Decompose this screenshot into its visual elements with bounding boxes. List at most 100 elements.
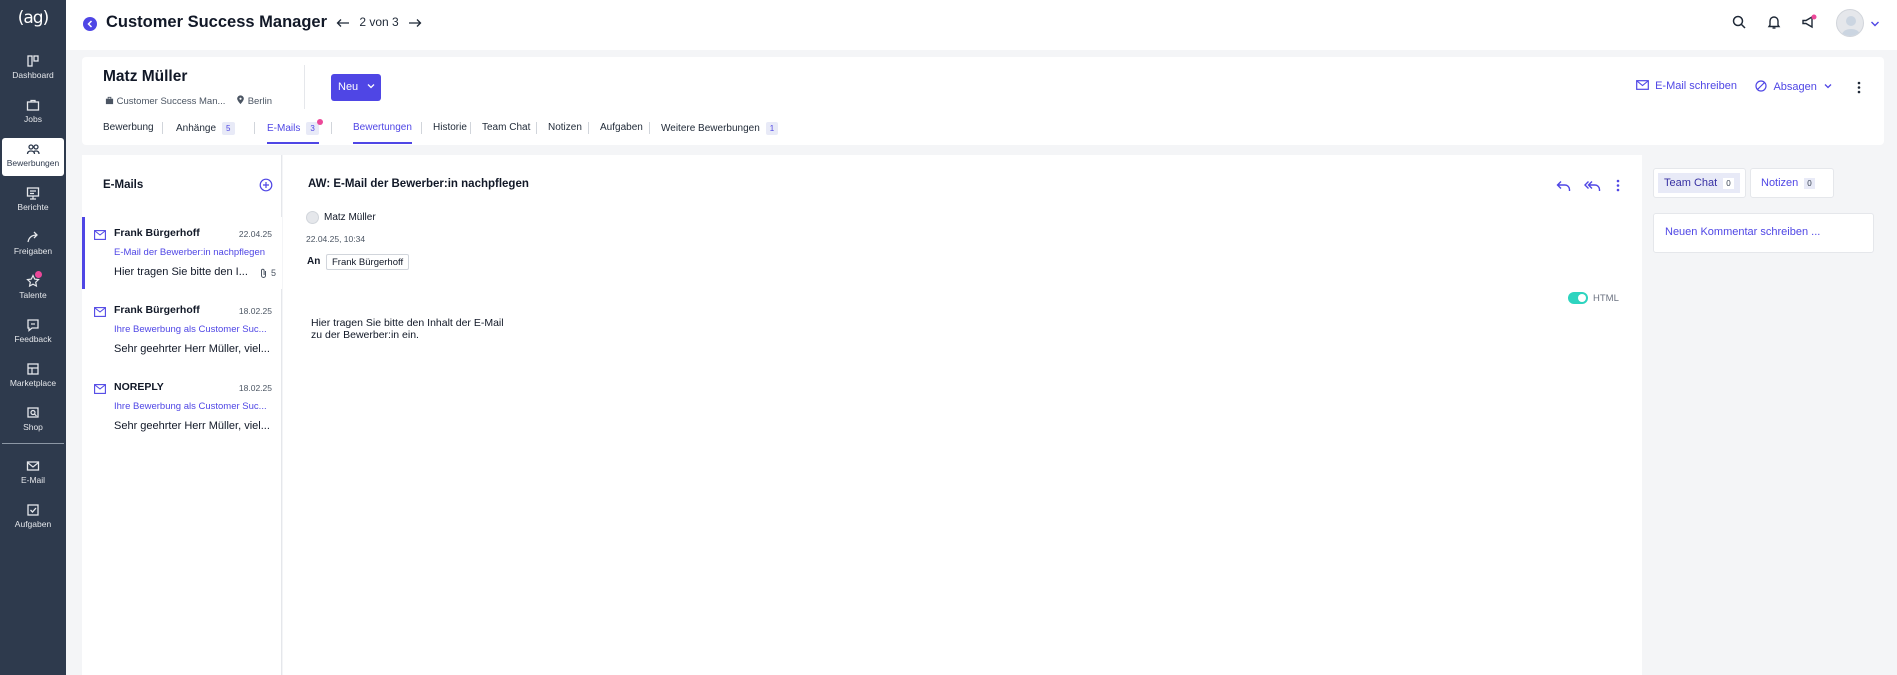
- mail-preview: Sehr geehrter Herr Müller, viel...: [114, 420, 270, 432]
- add-circle-icon[interactable]: [259, 178, 273, 192]
- tab-divider: [536, 122, 537, 134]
- sidebar-item-dashboard[interactable]: Dashboard: [2, 50, 64, 88]
- tab-team-chat[interactable]: Team Chat: [482, 122, 530, 133]
- tab-aufgaben[interactable]: Aufgaben: [600, 122, 643, 133]
- arrow-right-icon[interactable]: [408, 18, 422, 28]
- header-divider: [304, 65, 305, 109]
- rtab-count: 0: [1804, 178, 1815, 189]
- shop-icon: [27, 407, 39, 418]
- more-icon[interactable]: [1616, 179, 1620, 192]
- sidebar-item-label: Feedback: [14, 334, 52, 344]
- sidebar-item-berichte[interactable]: Berichte: [2, 182, 64, 220]
- sidebar-item-label: Berichte: [17, 202, 49, 212]
- mail-preview: Hier tragen Sie bitte den I...: [114, 266, 248, 278]
- sidebar-item-jobs[interactable]: Jobs: [2, 94, 64, 132]
- tab-emails[interactable]: E-Mails 3: [267, 119, 323, 144]
- megaphone-icon[interactable]: [1801, 14, 1817, 30]
- sidebar-item-aufgaben[interactable]: Aufgaben: [2, 499, 64, 537]
- new-button[interactable]: Neu: [331, 74, 381, 101]
- dashboard-icon: [27, 55, 39, 67]
- sidebar: (ag) Dashboard Jobs Bewerbungen Berichte…: [0, 0, 66, 675]
- sidebar-item-label: Talente: [19, 290, 47, 300]
- sidebar-item-email[interactable]: E-Mail: [2, 455, 64, 493]
- tab-underline: [267, 142, 319, 144]
- tab-divider: [254, 122, 255, 134]
- html-toggle[interactable]: [1568, 292, 1588, 304]
- briefcase-icon: [105, 96, 114, 105]
- sender-avatar: [306, 211, 319, 224]
- mail-body: Hier tragen Sie bitte den Inhalt der E-M…: [311, 317, 504, 341]
- briefcase-icon: [26, 99, 40, 111]
- email-write-label: E-Mail schreiben: [1655, 80, 1737, 92]
- mail-date: 22.04.25: [238, 229, 272, 239]
- back-icon[interactable]: [83, 17, 97, 31]
- chevron-down-icon[interactable]: [1870, 20, 1880, 28]
- tab-label: E-Mails: [267, 123, 301, 134]
- rtab-count: 0: [1723, 178, 1734, 189]
- mail-list-item[interactable]: Frank Bürgerhoff 22.04.25 E-Mail der Bew…: [82, 217, 282, 289]
- more-icon[interactable]: [1857, 81, 1861, 94]
- notification-dot: [317, 119, 323, 125]
- email-write-button[interactable]: E-Mail schreiben: [1636, 80, 1737, 92]
- chevron-down-icon: [1824, 84, 1832, 89]
- reply-all-icon[interactable]: [1584, 180, 1601, 192]
- mail-list-item[interactable]: NOREPLY 18.02.25 Ihre Bewerbung als Cust…: [82, 371, 282, 443]
- reply-icon[interactable]: [1556, 180, 1571, 192]
- decline-button[interactable]: Absagen: [1755, 80, 1832, 93]
- sidebar-item-marketplace[interactable]: Marketplace: [2, 358, 64, 396]
- tab-notizen[interactable]: Notizen: [548, 122, 582, 133]
- sidebar-item-label: Aufgaben: [14, 519, 52, 529]
- tab-label: Bewerbung: [103, 122, 154, 133]
- store-icon: [27, 363, 39, 375]
- rtab-label: Notizen: [1761, 177, 1799, 189]
- count-badge: 1: [765, 122, 779, 135]
- new-comment-input[interactable]: Neuen Kommentar schreiben ...: [1653, 213, 1874, 253]
- sidebar-item-label: Freigaben: [13, 246, 53, 256]
- sidebar-item-label: Dashboard: [12, 70, 54, 80]
- tab-historie[interactable]: Historie: [433, 122, 467, 133]
- sidebar-item-talente[interactable]: Talente: [2, 270, 64, 308]
- tab-underline: [353, 142, 412, 144]
- mail-icon: [26, 461, 40, 471]
- sidebar-item-label: Shop: [23, 422, 43, 432]
- sidebar-item-shop[interactable]: Shop: [2, 402, 64, 440]
- mail-list-item[interactable]: Frank Bürgerhoff 18.02.25 Ihre Bewerbung…: [82, 294, 282, 366]
- chevron-down-icon: [367, 84, 375, 89]
- mail-preview: Sehr geehrter Herr Müller, viel...: [114, 343, 270, 355]
- tab-label: Weitere Bewerbungen: [661, 123, 760, 134]
- mail-subject: Ihre Bewerbung als Customer Suc...: [114, 401, 267, 412]
- mail-subject: Ihre Bewerbung als Customer Suc...: [114, 324, 267, 335]
- tab-bewerbung[interactable]: Bewerbung: [103, 122, 154, 133]
- sender-name: Matz Müller: [324, 212, 376, 223]
- tab-divider: [162, 122, 163, 134]
- chat-icon: [27, 319, 39, 332]
- tab-label: Notizen: [548, 122, 582, 133]
- tab-team-chat-panel[interactable]: Team Chat 0: [1653, 168, 1746, 198]
- sidebar-item-feedback[interactable]: Feedback: [2, 314, 64, 352]
- candidate-location: Berlin: [247, 96, 272, 107]
- arrow-left-icon[interactable]: [336, 18, 350, 28]
- sidebar-item-freigaben[interactable]: Freigaben: [2, 226, 64, 264]
- search-icon[interactable]: [1731, 14, 1747, 30]
- mail-icon: [94, 384, 106, 394]
- task-icon: [27, 504, 39, 516]
- recipient-chip: Frank Bürgerhoff: [326, 254, 410, 270]
- mail-subject: E-Mail der Bewerber:in nachpflegen: [114, 247, 266, 258]
- sidebar-item-label: E-Mail: [20, 475, 46, 485]
- page-title: Customer Success Manager: [106, 13, 328, 31]
- mail-icon: [94, 230, 106, 240]
- avatar[interactable]: [1836, 9, 1864, 37]
- mail-datetime: 22.04.25, 10:34: [306, 234, 366, 244]
- sidebar-item-label: Jobs: [24, 114, 42, 124]
- logo[interactable]: (ag): [0, 8, 66, 28]
- sidebar-item-bewerbungen[interactable]: Bewerbungen: [2, 138, 64, 176]
- location-icon: [237, 95, 244, 105]
- tab-bewertungen[interactable]: Bewertungen: [353, 122, 412, 144]
- bell-icon[interactable]: [1766, 14, 1782, 30]
- tab-label: Aufgaben: [600, 122, 643, 133]
- mail-list-title: E-Mails: [103, 179, 144, 191]
- tab-notizen-panel[interactable]: Notizen 0: [1750, 168, 1834, 198]
- tab-weitere-bewerbungen[interactable]: Weitere Bewerbungen 1: [661, 122, 779, 135]
- candidate-job: Customer Success Man...: [116, 96, 226, 107]
- tab-anhaenge[interactable]: Anhänge 5: [176, 122, 235, 135]
